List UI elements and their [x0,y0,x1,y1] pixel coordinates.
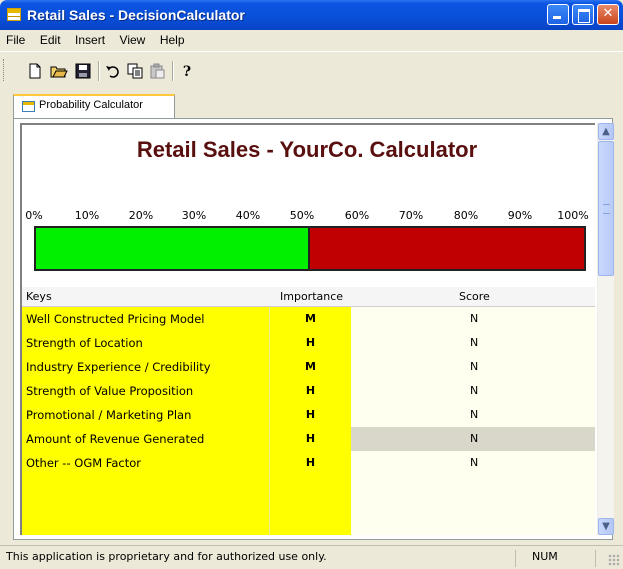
key-cell[interactable]: Other -- OGM Factor [22,451,269,476]
key-cell[interactable]: Strength of Value Proposition [22,379,269,404]
num-lock-indicator: NUM [526,550,596,567]
scroll-thumb[interactable] [598,141,614,276]
table-row[interactable]: Amount of Revenue Generated H N [22,427,595,452]
grid-header: Keys Importance Score [22,287,595,307]
minimize-button[interactable] [547,4,569,25]
menu-insert[interactable]: Insert [69,30,110,47]
probability-fill [36,228,310,269]
scale-label: 80% [453,209,479,222]
column-header-importance[interactable]: Importance [280,290,343,303]
table-row[interactable] [22,475,595,500]
importance-cell[interactable] [269,523,351,535]
table-row[interactable] [22,523,595,535]
scale-label: 40% [235,209,261,222]
copy-icon[interactable] [126,63,144,81]
probability-bar [34,226,586,271]
window-title: Retail Sales - DecisionCalculator [27,7,245,23]
key-cell[interactable]: Well Constructed Pricing Model [22,307,269,332]
scale-label: 50% [289,209,315,222]
maximize-button[interactable] [572,4,594,25]
key-cell[interactable]: Promotional / Marketing Plan [22,403,269,428]
importance-cell[interactable] [269,475,351,500]
menu-bar: File Edit Insert View Help [0,30,623,50]
menu-edit[interactable]: Edit [34,30,66,47]
menu-file[interactable]: File [0,30,30,47]
scale-label: 10% [74,209,100,222]
table-row[interactable]: Well Constructed Pricing Model M N [22,307,595,332]
tab-strip: Probability Calculator [0,90,623,118]
toolbar-separator [98,61,100,81]
scale-label: 90% [507,209,533,222]
menu-help[interactable]: Help [154,30,190,47]
close-button[interactable]: ✕ [597,4,619,25]
calculator-panel: Retail Sales - YourCo. Calculator 0% 10%… [13,118,614,540]
calculator-view: Retail Sales - YourCo. Calculator 0% 10%… [20,123,595,535]
undo-icon[interactable] [104,63,122,81]
score-cell[interactable]: N [351,331,595,356]
importance-cell[interactable] [269,499,351,524]
scroll-down-button[interactable]: ▼ [598,518,614,535]
importance-cell[interactable]: H [269,331,351,356]
key-cell[interactable] [22,499,269,524]
app-spreadsheet-icon [7,8,21,21]
score-cell[interactable]: N [351,307,595,332]
table-row[interactable]: Strength of Location H N [22,331,595,356]
open-folder-icon[interactable] [50,63,68,81]
table-row[interactable]: Industry Experience / Credibility M N [22,355,595,380]
key-cell[interactable] [22,475,269,500]
scale-label: 60% [344,209,370,222]
key-cell[interactable]: Strength of Location [22,331,269,356]
paste-icon[interactable] [148,63,166,81]
score-cell[interactable] [351,523,595,535]
scale-label: 0% [25,209,43,222]
score-cell[interactable]: N [351,451,595,476]
percent-scale: 0% 10% 20% 30% 40% 50% 60% 70% 80% 90% 1… [22,209,595,225]
table-row[interactable]: Other -- OGM Factor H N [22,451,595,476]
menu-view[interactable]: View [114,30,151,47]
toolbar-separator [172,61,174,81]
table-row[interactable] [22,499,595,524]
importance-cell[interactable]: H [269,451,351,476]
resize-grip[interactable] [608,554,620,566]
calculator-heading: Retail Sales - YourCo. Calculator [136,137,478,162]
scroll-up-button[interactable]: ▲ [598,123,614,140]
importance-cell[interactable]: H [269,403,351,428]
score-cell[interactable]: N [351,379,595,404]
score-cell[interactable] [351,499,595,524]
toolbar: ? [0,51,623,89]
tab-label: Probability Calculator [39,99,143,111]
status-bar: This application is proprietary and for … [0,545,623,569]
column-header-score[interactable]: Score [459,290,490,303]
status-message: This application is proprietary and for … [6,550,516,567]
table-icon [22,101,35,112]
save-disk-icon[interactable] [74,63,92,81]
importance-cell[interactable]: M [269,307,351,332]
table-row[interactable]: Strength of Value Proposition H N [22,379,595,404]
key-cell[interactable]: Industry Experience / Credibility [22,355,269,380]
help-question-icon[interactable]: ? [178,63,196,81]
column-header-keys[interactable]: Keys [26,290,52,303]
key-cell[interactable] [22,523,269,535]
score-cell[interactable]: N [351,403,595,428]
importance-cell[interactable]: H [269,379,351,404]
table-row[interactable]: Promotional / Marketing Plan H N [22,403,595,428]
importance-cell[interactable]: M [269,355,351,380]
scale-label: 100% [557,209,589,222]
importance-cell[interactable]: H [269,427,351,452]
scale-label: 30% [181,209,207,222]
tab-probability-calculator[interactable]: Probability Calculator [13,94,175,118]
toolbar-grip[interactable] [3,59,6,81]
scale-label: 20% [128,209,154,222]
score-cell[interactable]: N [351,355,595,380]
key-cell[interactable]: Amount of Revenue Generated [22,427,269,452]
scale-label: 70% [398,209,424,222]
vertical-scrollbar[interactable]: ▲ ▼ [597,123,614,535]
new-document-icon[interactable] [26,63,44,81]
score-cell[interactable]: N [351,427,595,452]
title-bar: Retail Sales - DecisionCalculator ✕ [0,0,623,30]
score-cell[interactable] [351,475,595,500]
